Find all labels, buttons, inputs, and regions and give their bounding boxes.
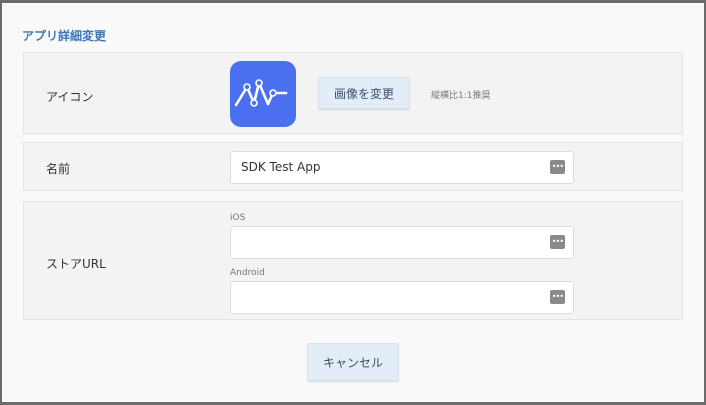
android-label: Android — [230, 268, 265, 278]
app-name-value: SDK Test App — [241, 160, 321, 174]
name-row-label: 名前 — [46, 162, 71, 176]
ios-label: iOS — [230, 213, 246, 223]
ios-url-input[interactable]: ••• — [230, 226, 574, 259]
password-key-icon[interactable]: ••• — [550, 290, 565, 304]
store-url-label: ストアURL — [46, 257, 106, 271]
app-chart-icon — [234, 79, 288, 107]
icon-row-label: アイコン — [46, 90, 94, 104]
app-icon — [230, 61, 296, 127]
store-url-row: ストアURL iOS ••• Android ••• — [23, 201, 683, 320]
change-image-button[interactable]: 画像を変更 — [318, 77, 410, 109]
password-key-icon[interactable]: ••• — [550, 235, 565, 249]
aspect-ratio-hint: 縦横比1:1推奨 — [431, 91, 491, 101]
android-url-input[interactable]: ••• — [230, 281, 574, 314]
password-key-icon[interactable]: ••• — [550, 160, 565, 174]
icon-row: アイコン 画像を変更 縦横比1:1推奨 — [23, 52, 683, 134]
dialog-title: アプリ詳細変更 — [22, 29, 107, 43]
cancel-button[interactable]: キャンセル — [307, 343, 399, 381]
app-detail-dialog: アプリ詳細変更 アイコン 画像を変更 縦横比1:1推奨 名前 SDK Test … — [2, 3, 704, 402]
name-row: 名前 SDK Test App ••• — [23, 142, 683, 191]
app-name-input[interactable]: SDK Test App ••• — [230, 151, 574, 184]
